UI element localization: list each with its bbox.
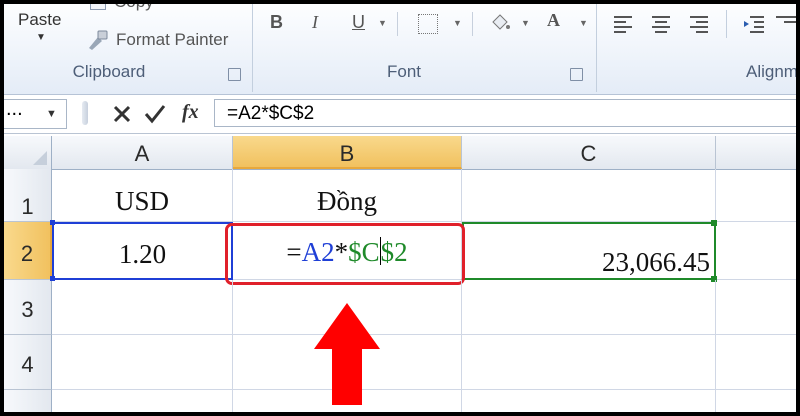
borders-dropdown-icon[interactable]: ▼	[453, 18, 462, 28]
cell-a5[interactable]	[52, 390, 233, 412]
italic-button[interactable]: I	[312, 12, 318, 33]
font-color-dropdown-icon[interactable]: ▼	[579, 18, 588, 28]
divider	[397, 12, 398, 36]
fill-color-icon[interactable]	[487, 10, 513, 36]
select-all-triangle-icon	[33, 151, 47, 165]
row-header-2[interactable]: 2	[4, 222, 52, 280]
divider	[472, 12, 473, 36]
align-left-icon[interactable]	[612, 14, 634, 34]
copy-label: Copy	[114, 4, 154, 12]
row-header-5[interactable]	[4, 390, 52, 412]
font-dialog-launcher[interactable]	[570, 68, 583, 81]
align-center-icon[interactable]	[650, 14, 672, 34]
chevron-down-icon: ▼	[36, 32, 46, 43]
cell-b1[interactable]: Đồng	[233, 169, 462, 222]
cell-c2[interactable]: 23,066.45	[462, 222, 716, 280]
fill-color-dropdown-icon[interactable]: ▼	[521, 18, 530, 28]
brush-icon	[89, 30, 108, 50]
name-box[interactable]: ... ▼	[4, 98, 67, 129]
cell-a3[interactable]	[52, 280, 233, 335]
range-handle[interactable]	[711, 220, 717, 226]
row-header-1[interactable]: 1	[4, 169, 52, 222]
formula-bar-grip	[82, 101, 88, 125]
divider	[252, 4, 253, 92]
column-header-a[interactable]: A	[52, 136, 233, 169]
excel-window: Paste ▼ Copy Format Painter Clipboard B …	[4, 4, 796, 412]
cell-a1-value: USD	[114, 186, 169, 216]
divider	[726, 10, 727, 38]
column-header-d[interactable]	[716, 136, 796, 169]
red-arrow-icon	[314, 303, 380, 405]
font-group-title: Font	[386, 62, 422, 81]
chevron-down-icon[interactable]: ▼	[46, 108, 57, 120]
cancel-icon[interactable]	[112, 104, 132, 124]
formula-input[interactable]: =A2*$C$2	[214, 99, 796, 127]
cell-c4[interactable]	[462, 335, 716, 390]
cell-d5[interactable]	[716, 390, 796, 412]
row-header-3[interactable]: 3	[4, 280, 52, 335]
increase-indent-icon[interactable]	[774, 14, 796, 34]
cell-c5[interactable]	[462, 390, 716, 412]
row-header-4[interactable]: 4	[4, 335, 52, 390]
formula-bar: ... ▼ fx =A2*$C$2	[4, 95, 796, 134]
highlight-box	[225, 223, 465, 285]
name-box-value: ...	[6, 98, 23, 120]
clipboard-group-title: Clipboard	[72, 62, 146, 81]
column-header-b[interactable]: B	[233, 136, 462, 169]
cell-d1[interactable]	[716, 169, 796, 222]
cell-a2[interactable]: 1.20	[52, 222, 233, 280]
column-header-row: A B C	[4, 136, 796, 170]
cell-b1-value: Đồng	[317, 186, 377, 216]
divider	[596, 4, 597, 92]
cell-d3[interactable]	[716, 280, 796, 335]
cell-c2-value: 23,066.45	[602, 247, 710, 277]
cell-a2-value: 1.20	[118, 239, 167, 269]
range-handle[interactable]	[50, 220, 55, 225]
enter-check-icon[interactable]	[144, 104, 166, 124]
cell-a1[interactable]: USD	[52, 169, 233, 222]
underline-dropdown-icon[interactable]: ▼	[378, 18, 387, 28]
copy-icon	[90, 4, 106, 10]
cell-c3[interactable]	[462, 280, 716, 335]
bold-button[interactable]: B	[270, 12, 283, 33]
copy-button[interactable]: Copy	[88, 4, 208, 12]
align-right-icon[interactable]	[688, 14, 710, 34]
alignment-group-title: Alignm	[746, 62, 796, 81]
borders-icon[interactable]	[418, 14, 438, 34]
paste-label: Paste	[18, 10, 62, 29]
cell-d4[interactable]	[716, 335, 796, 390]
decrease-indent-icon[interactable]	[742, 14, 766, 34]
clipboard-dialog-launcher[interactable]	[228, 68, 241, 81]
font-color-button[interactable]: A	[547, 10, 560, 31]
paste-button[interactable]: Paste ▼	[4, 4, 68, 56]
column-header-c[interactable]: C	[462, 136, 716, 169]
underline-button[interactable]: U	[352, 12, 365, 33]
cell-c1[interactable]	[462, 169, 716, 222]
format-painter-button[interactable]: Format Painter	[84, 28, 254, 54]
ribbon: Paste ▼ Copy Format Painter Clipboard B …	[4, 4, 796, 95]
format-painter-label: Format Painter	[116, 30, 229, 49]
select-all-button[interactable]	[4, 136, 52, 169]
cell-d2[interactable]	[716, 222, 796, 280]
insert-function-icon[interactable]: fx	[182, 101, 199, 124]
cell-a4[interactable]	[52, 335, 233, 390]
